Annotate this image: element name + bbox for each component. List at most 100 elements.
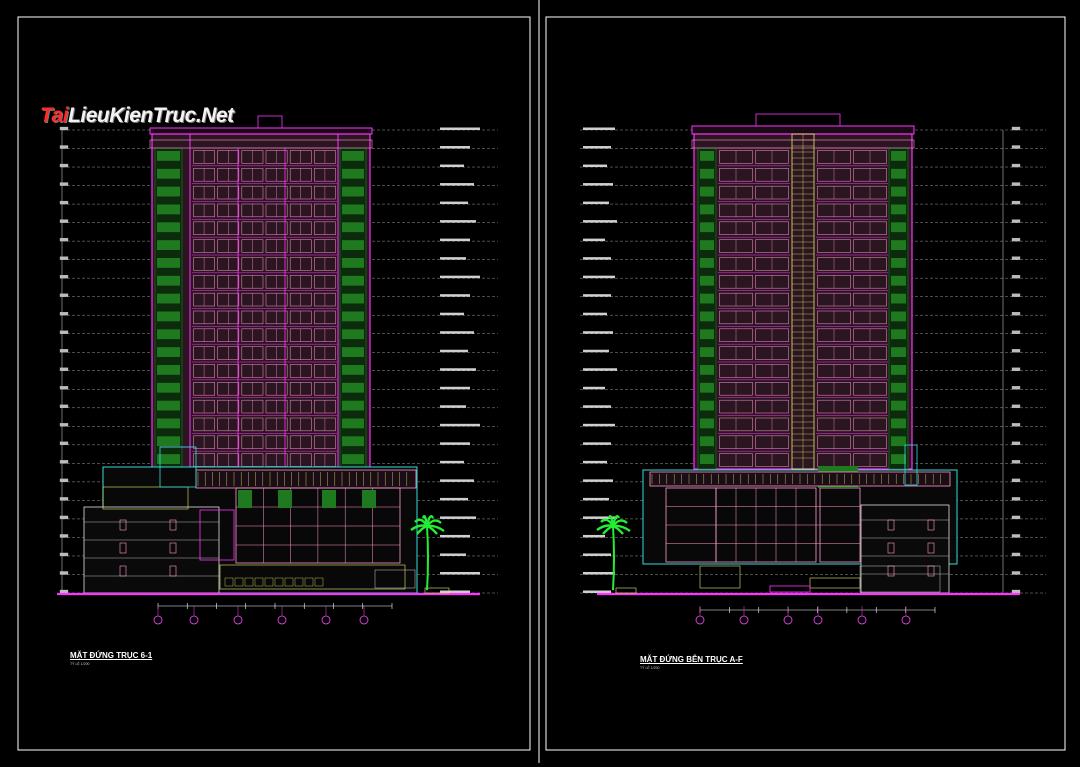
planter <box>157 311 180 322</box>
planter <box>157 275 180 286</box>
level-tag <box>583 275 615 279</box>
level-tag <box>440 349 468 353</box>
level-marker <box>1011 515 1021 520</box>
planter <box>342 186 364 197</box>
planter <box>157 186 180 197</box>
planter <box>342 454 364 464</box>
planter <box>700 275 714 286</box>
level-tag <box>440 571 480 575</box>
level-marker <box>1011 200 1021 205</box>
axis-bubble <box>857 615 867 625</box>
planter <box>342 258 364 268</box>
planter <box>342 168 364 179</box>
level-marker <box>1011 182 1021 186</box>
level-tag <box>583 220 617 223</box>
level-marker <box>1011 404 1021 408</box>
planter <box>157 168 180 179</box>
level-tag <box>440 220 476 223</box>
level-marker <box>1011 349 1021 353</box>
level-tag <box>440 405 466 408</box>
level-marker <box>59 256 69 260</box>
level-tag <box>440 127 480 130</box>
planter <box>342 222 364 233</box>
level-marker <box>1011 497 1021 501</box>
level-marker <box>59 367 69 371</box>
level-marker <box>59 552 69 557</box>
level-marker <box>59 589 69 594</box>
level-tag <box>583 571 615 575</box>
level-marker <box>59 182 69 186</box>
tower-body <box>151 133 371 470</box>
planter <box>700 436 714 447</box>
level-marker <box>59 237 69 242</box>
planter <box>157 454 180 464</box>
level-tag <box>440 146 470 149</box>
level-marker <box>1011 330 1021 334</box>
planter <box>157 365 180 375</box>
level-marker <box>59 571 69 575</box>
planter <box>891 258 906 268</box>
level-tag <box>583 368 617 371</box>
planter <box>157 151 180 161</box>
elevation-right <box>580 113 1046 625</box>
planter <box>700 454 714 464</box>
level-tag <box>583 349 609 353</box>
planter <box>891 240 906 250</box>
planter <box>700 382 714 393</box>
watermark-logo: TaiLieuKienTruc.Net <box>40 104 234 128</box>
axis-bubble <box>783 615 793 625</box>
planter <box>157 382 180 393</box>
level-tag <box>440 331 474 334</box>
roof-parapet <box>149 127 373 135</box>
podium-planter <box>362 490 376 508</box>
level-tag <box>583 479 613 482</box>
greenery-strip <box>697 147 717 470</box>
level-tag <box>440 368 476 371</box>
planter <box>891 222 906 233</box>
level-marker <box>1011 163 1021 168</box>
axis-bubble <box>359 615 369 625</box>
level-tag <box>440 497 468 501</box>
level-marker <box>1011 423 1021 427</box>
level-tag <box>440 553 466 556</box>
level-tag <box>583 146 611 149</box>
level-tag <box>440 312 464 316</box>
planter <box>157 222 180 233</box>
level-tag <box>440 238 470 242</box>
level-tag <box>583 183 613 186</box>
planter <box>342 382 364 393</box>
palm-trunk <box>612 525 615 591</box>
planter <box>342 329 364 340</box>
level-marker <box>59 293 69 297</box>
level-marker <box>59 423 69 427</box>
level-tag <box>583 386 605 390</box>
level-marker <box>1011 441 1021 445</box>
level-tag <box>583 238 605 242</box>
level-tag <box>583 331 613 334</box>
planter <box>891 168 906 179</box>
tower-left <box>149 115 373 470</box>
level-marker <box>59 312 69 316</box>
level-tag <box>583 590 611 593</box>
axis-bubble <box>189 615 199 625</box>
level-marker <box>59 441 69 445</box>
level-marker <box>1011 534 1021 538</box>
sheet-title-left: MẶT ĐỨNG TRỤC 6-1 <box>70 651 153 660</box>
level-tag <box>440 257 466 260</box>
watermark-text: LieuKienTruc.Net <box>68 104 234 127</box>
planter <box>342 418 364 429</box>
podium-wing <box>83 506 220 594</box>
level-marker <box>59 386 69 390</box>
level-tags <box>440 127 480 593</box>
planter <box>157 258 180 268</box>
planter <box>700 347 714 357</box>
level-tag <box>583 201 609 205</box>
level-marker <box>59 330 69 334</box>
axis-bubble <box>695 615 705 625</box>
planter <box>157 400 180 411</box>
level-tag <box>583 312 607 316</box>
planter <box>342 400 364 411</box>
level-marker <box>1011 145 1021 149</box>
greenery-strip <box>339 147 367 470</box>
planter <box>700 418 714 429</box>
